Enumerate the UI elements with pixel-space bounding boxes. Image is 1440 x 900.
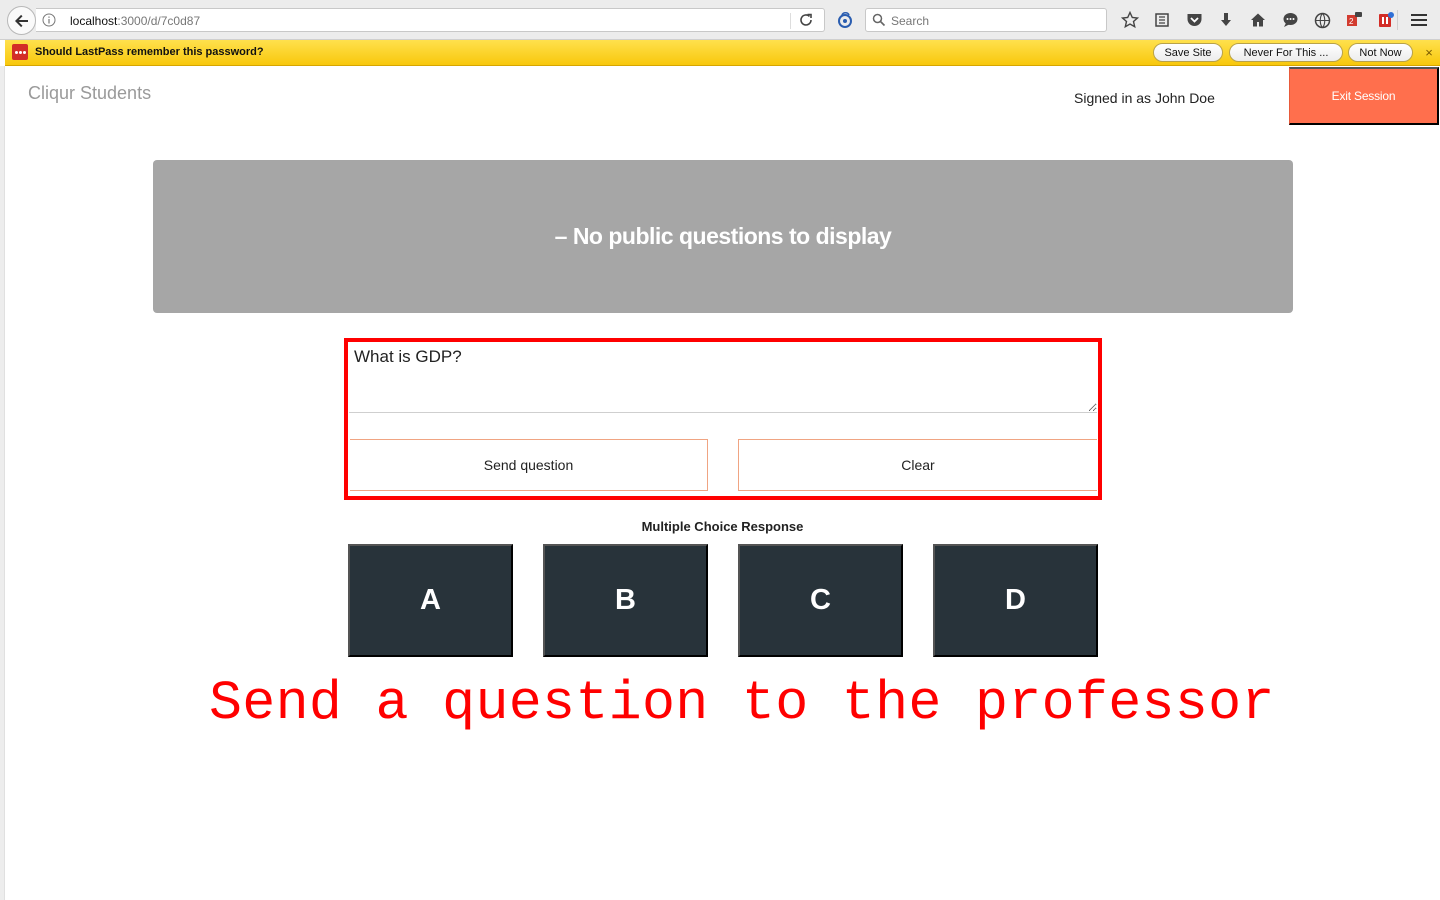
save-site-button[interactable]: Save Site bbox=[1153, 43, 1223, 62]
home-button[interactable] bbox=[1242, 10, 1274, 30]
lastpass-logo-icon bbox=[12, 44, 28, 60]
choice-a-button[interactable]: A bbox=[348, 544, 513, 657]
pocket-button[interactable] bbox=[1178, 10, 1210, 30]
search-icon bbox=[872, 13, 886, 27]
annotation-caption: Send a question to the professor bbox=[209, 672, 1275, 735]
toolbar-icons: 2 bbox=[1114, 10, 1402, 30]
lastpass-icon bbox=[1379, 12, 1394, 27]
pocket-icon bbox=[1187, 14, 1201, 26]
download-button[interactable] bbox=[1210, 10, 1242, 30]
hamburger-menu-icon bbox=[1411, 14, 1427, 26]
choice-d-button[interactable]: D bbox=[933, 544, 1098, 657]
choice-b-button[interactable]: B bbox=[543, 544, 708, 657]
extension-icon: 2 bbox=[1347, 12, 1362, 26]
back-arrow-icon bbox=[14, 14, 28, 27]
vpn-button[interactable] bbox=[1306, 10, 1338, 30]
address-bar[interactable]: localhost:3000/d/7c0d87 bbox=[36, 8, 825, 32]
never-for-this-button[interactable]: Never For This ... bbox=[1229, 43, 1343, 62]
vpn-icon bbox=[1314, 12, 1330, 28]
send-question-button[interactable]: Send question bbox=[350, 439, 708, 491]
brand-logo-text[interactable]: Cliqur Students bbox=[28, 83, 151, 104]
svg-text:2: 2 bbox=[1349, 17, 1354, 26]
home-icon bbox=[1251, 13, 1265, 27]
bookmark-star-button[interactable] bbox=[1114, 10, 1146, 30]
reload-icon[interactable] bbox=[798, 12, 814, 28]
public-questions-panel: – No public questions to display bbox=[153, 160, 1293, 313]
hamburger-menu-button[interactable] bbox=[1408, 10, 1430, 30]
back-button[interactable] bbox=[7, 6, 36, 35]
toolbar-divider bbox=[1397, 10, 1398, 30]
signed-in-label: Signed in as John Doe bbox=[1074, 90, 1215, 106]
multiple-choice-title: Multiple Choice Response bbox=[641, 519, 804, 534]
chat-icon bbox=[1283, 13, 1297, 27]
reading-list-button[interactable] bbox=[1146, 10, 1178, 30]
url-text[interactable]: localhost:3000/d/7c0d87 bbox=[70, 14, 200, 28]
clear-button[interactable]: Clear bbox=[738, 439, 1097, 491]
search-bar[interactable]: Search bbox=[865, 8, 1107, 32]
info-icon[interactable] bbox=[42, 13, 56, 27]
lastpass-notification-bar: Should LastPass remember this password? … bbox=[5, 40, 1440, 66]
browser-toolbar: localhost:3000/d/7c0d87 Search 2 bbox=[0, 0, 1440, 40]
search-engine-icon[interactable] bbox=[836, 11, 854, 29]
search-placeholder: Search bbox=[891, 14, 930, 28]
url-divider bbox=[790, 13, 791, 29]
url-path: :3000/d/7c0d87 bbox=[117, 14, 201, 28]
extension-button[interactable]: 2 bbox=[1338, 10, 1370, 30]
url-host: localhost bbox=[70, 14, 118, 28]
chat-button[interactable] bbox=[1274, 10, 1306, 30]
question-input[interactable]: What is GDP? bbox=[349, 343, 1097, 413]
exit-session-button[interactable]: Exit Session bbox=[1289, 67, 1439, 125]
choice-c-button[interactable]: C bbox=[738, 544, 903, 657]
page-left-edge bbox=[0, 66, 5, 900]
no-questions-message: – No public questions to display bbox=[554, 223, 892, 249]
reading-list-icon bbox=[1155, 13, 1169, 27]
close-icon[interactable]: × bbox=[1422, 44, 1436, 60]
download-icon bbox=[1221, 13, 1231, 26]
lastpass-message: Should LastPass remember this password? bbox=[35, 46, 264, 58]
not-now-button[interactable]: Not Now bbox=[1348, 43, 1413, 62]
bookmark-star-icon bbox=[1121, 11, 1139, 29]
